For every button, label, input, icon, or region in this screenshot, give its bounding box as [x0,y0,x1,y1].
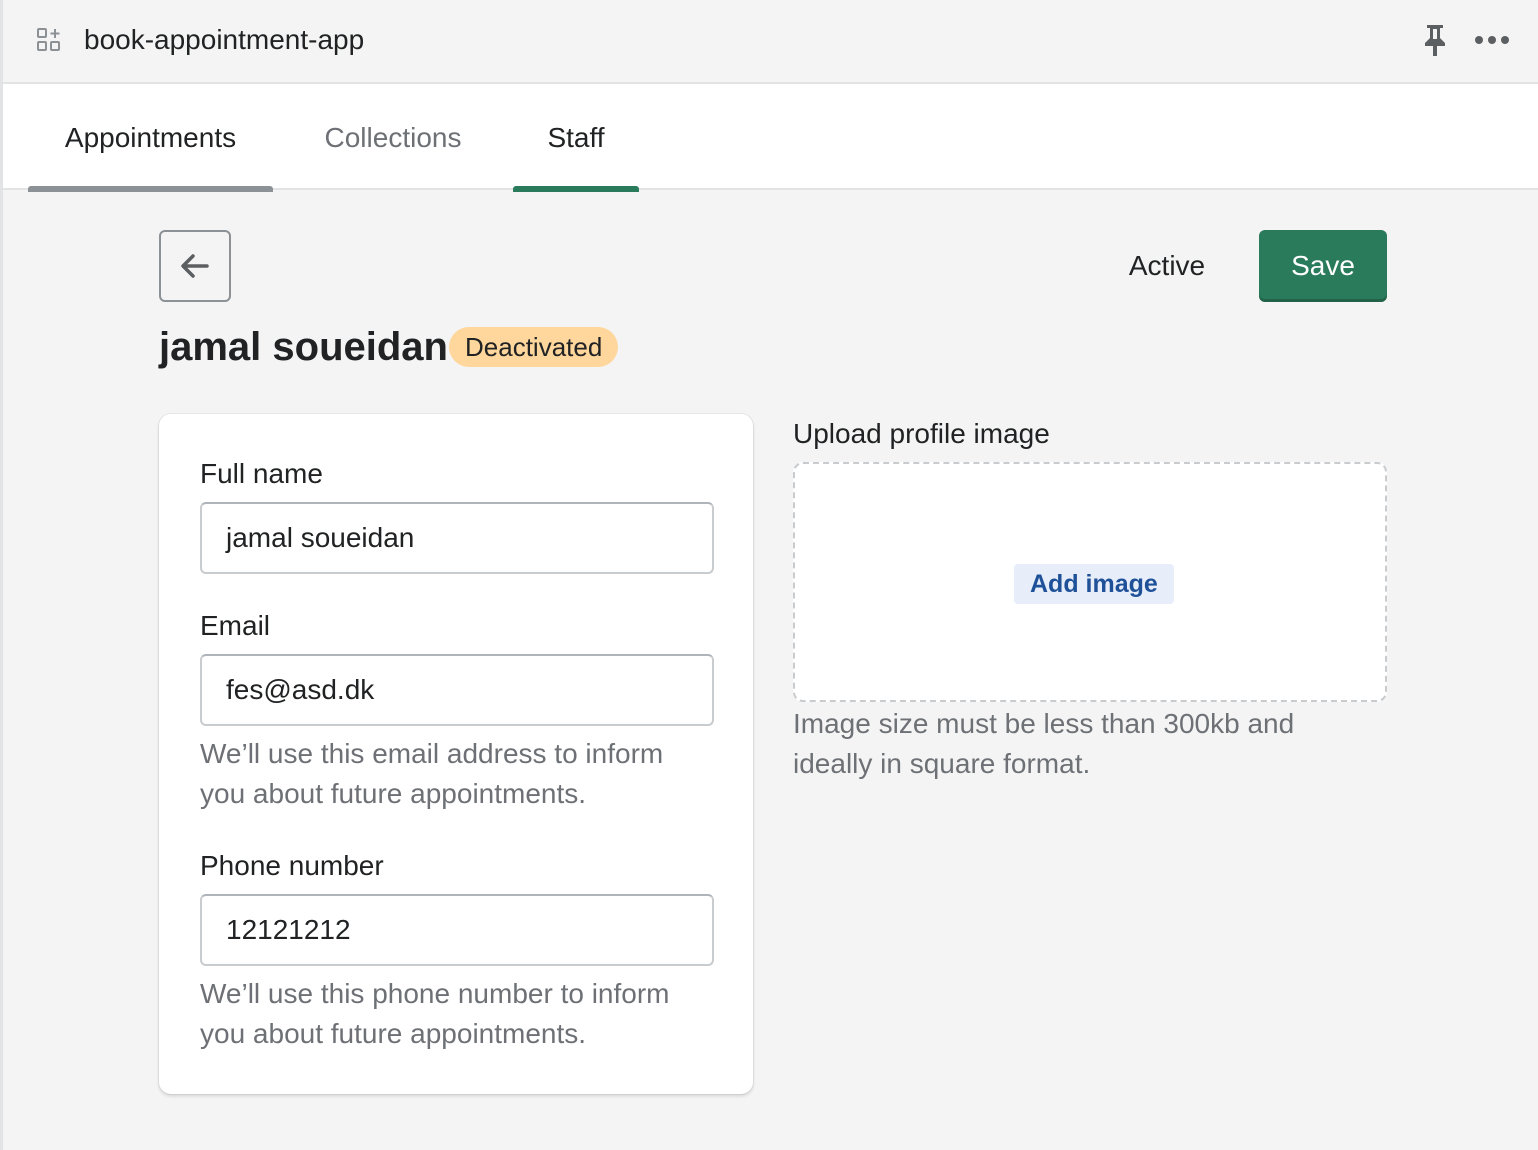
tab-collections[interactable]: Collections [293,84,493,190]
full-name-label: Full name [200,458,323,489]
email-field[interactable]: fes@asd.dk [200,654,714,726]
upload-profile-image-label: Upload profile image [793,418,1050,449]
phone-label: Phone number [200,850,384,881]
back-button[interactable] [159,230,231,302]
email-label: Email [200,610,271,641]
apps-icon [37,28,61,52]
pin-icon[interactable] [1422,23,1448,57]
phone-help-text: We’ll use this phone number to inform yo… [200,978,670,1049]
save-button[interactable]: Save [1259,230,1387,302]
upload-help-text: Image size must be less than 300kb and i… [793,708,1295,779]
tab-appointments[interactable]: Appointments [28,84,273,192]
image-dropzone[interactable]: Add image [793,462,1387,702]
tab-bar: Appointments Collections Staff [3,84,1538,192]
tab-label: Collections [324,122,462,153]
staff-form-card: Full name jamal soueidan Email fes@asd.d… [159,414,753,1094]
full-name-field[interactable]: jamal soueidan [200,502,714,574]
tab-label: Staff [547,122,605,153]
tab-selected-indicator [513,186,639,192]
status-badge: Deactivated [449,327,619,367]
email-help-text: We’ll use this email address to inform y… [200,738,664,809]
app-window: book-appointment-app Appointments Collec… [0,0,1538,1150]
page-title: jamal soueidan [159,325,448,369]
more-icon[interactable] [1471,28,1513,52]
tab-staff[interactable]: Staff [513,84,639,192]
app-bar: book-appointment-app [3,0,1538,84]
phone-field[interactable]: 12121212 [200,894,714,966]
arrow-left-icon [181,254,209,278]
app-title: book-appointment-app [84,24,365,55]
tab-hover-indicator [28,186,273,192]
add-image-button[interactable]: Add image [1014,564,1174,604]
tab-label: Appointments [64,122,237,153]
active-button[interactable]: Active [1099,230,1235,302]
